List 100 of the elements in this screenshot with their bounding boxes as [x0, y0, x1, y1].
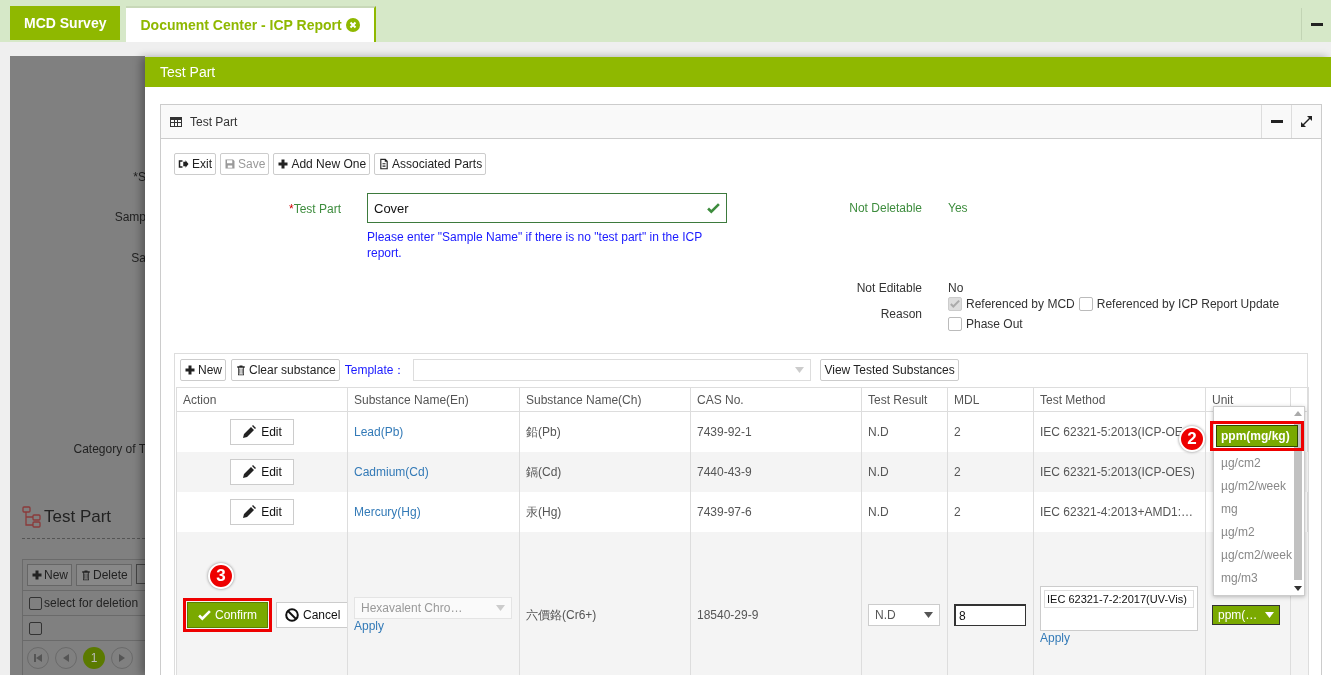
column-header: select for deletion: [44, 596, 139, 610]
check-icon: [950, 299, 960, 309]
pencil-icon: [242, 425, 257, 439]
check-icon: [198, 608, 211, 622]
form-label: Category of T: [72, 442, 145, 456]
check-icon: [707, 201, 720, 215]
column-header: Test Method: [1033, 387, 1206, 412]
plus-icon: [184, 364, 196, 376]
apply-link[interactable]: Apply: [1040, 630, 1199, 645]
template-dropdown[interactable]: [413, 359, 812, 381]
cancel-button[interactable]: Cancel: [276, 602, 347, 628]
table-cell: 18540-29-9: [690, 532, 862, 675]
column-header: CAS No.: [690, 387, 862, 412]
table-cell: 7440-43-9: [690, 452, 862, 492]
panel-title: Test Part: [190, 114, 238, 129]
trash-icon: [80, 569, 92, 581]
toolbar-button[interactable]: Associated Parts: [374, 153, 487, 175]
unit-option[interactable]: µg/m2/week: [1214, 474, 1292, 497]
view-button[interactable]: View Tested Substances: [820, 359, 959, 381]
table-icon: [170, 116, 182, 127]
scroll-down-icon[interactable]: [1293, 586, 1302, 591]
toolbar-button[interactable]: New: [27, 564, 72, 586]
substance-link[interactable]: Cadmium(Cd): [354, 465, 429, 479]
pencil-icon: [242, 465, 257, 479]
method-field[interactable]: IEC 62321-7-2:2017(UV-Vis): [1040, 585, 1198, 631]
template-label: Template：: [344, 361, 406, 379]
trash-icon: [235, 364, 247, 376]
checkbox[interactable]: [29, 621, 42, 635]
scroll-up-icon[interactable]: [1293, 411, 1302, 416]
edit-button[interactable]: Edit: [230, 419, 294, 445]
edit-button[interactable]: Edit: [230, 459, 294, 485]
minus-icon: [1310, 22, 1323, 26]
substance-link[interactable]: Lead(Pb): [354, 425, 404, 439]
tree-icon: [22, 506, 42, 528]
table-cell: 鎘(Cd): [519, 452, 691, 492]
new-button[interactable]: New: [180, 359, 226, 381]
mdl-field[interactable]: 8: [954, 604, 1026, 626]
tab[interactable]: MCD Survey: [10, 6, 121, 40]
unit-option[interactable]: ppm(mg/kg): [1216, 425, 1298, 447]
toolbar-button[interactable]: Add New One: [273, 153, 371, 175]
pencil-icon: [242, 505, 257, 519]
checkbox-label: Referenced by ICP Report Update: [1096, 297, 1280, 311]
tab[interactable]: Document Center - ICP Report: [126, 6, 376, 42]
field-label: *Test Part: [287, 201, 341, 218]
checkbox-label: Phase Out: [966, 317, 1023, 331]
unit-option[interactable]: mg: [1214, 497, 1292, 520]
info-value: Yes: [948, 200, 969, 215]
apply-link[interactable]: Apply: [354, 619, 513, 633]
right-triangle-icon: [119, 654, 125, 662]
unit-option[interactable]: µg/cm2: [1214, 451, 1292, 474]
save-icon: [224, 158, 236, 170]
caret-icon: [795, 367, 805, 373]
caret-icon: [1265, 612, 1274, 618]
info-label: Not Editable: [855, 280, 922, 295]
info-value: No: [948, 280, 965, 295]
checkbox[interactable]: [948, 317, 962, 331]
form-label: Samp: [113, 210, 145, 224]
left-triangle-icon: [63, 654, 69, 662]
result-dropdown[interactable]: N.D: [868, 604, 940, 626]
unit-option[interactable]: µg/m2: [1214, 520, 1292, 543]
test-part-field[interactable]: Cover: [367, 193, 727, 223]
plus-icon: [31, 569, 43, 581]
unit-option[interactable]: µg/cm2/week: [1214, 543, 1292, 566]
column-header: Test Result: [861, 387, 948, 412]
checkbox[interactable]: [1078, 297, 1093, 311]
first-page-icon: [34, 654, 42, 662]
table-cell: N.D: [861, 452, 948, 492]
column-header: MDL: [947, 387, 1034, 412]
caret-icon: [924, 612, 933, 618]
step-badge: 3: [208, 563, 234, 589]
column-header: Substance Name(Ch): [519, 387, 691, 412]
table-cell: 2: [947, 452, 1034, 492]
unit-dropdown[interactable]: ppm(…: [1212, 605, 1280, 625]
close-icon[interactable]: [345, 18, 360, 32]
table-cell: IEC 62321-5:2013(ICP-OES): [1033, 452, 1206, 492]
scrollbar-thumb[interactable]: [1293, 422, 1302, 580]
substance-link[interactable]: Mercury(Hg): [354, 505, 421, 519]
checkbox[interactable]: [29, 596, 42, 610]
edit-button[interactable]: Edit: [230, 499, 294, 525]
section-title: Test Part: [44, 507, 112, 527]
caret-icon: [496, 605, 505, 611]
toolbar-button[interactable]: Exit: [174, 153, 216, 175]
page-button[interactable]: 1: [83, 647, 105, 669]
plus-icon: [277, 158, 290, 170]
dialog-title: Test Part: [145, 57, 1331, 87]
clear-button[interactable]: Clear substance: [231, 359, 340, 381]
unit-option[interactable]: mg/m3: [1214, 566, 1292, 589]
hint-text: Please enter "Sample Name" if there is no "test part" in the ICP report.: [367, 229, 703, 261]
doc-icon: [378, 158, 391, 170]
column-header: Substance Name(En): [347, 387, 520, 412]
table-cell: 六價鉻(Cr6+): [519, 532, 691, 675]
checkbox-label: Referenced by MCD: [966, 297, 1075, 311]
ban-icon: [285, 608, 299, 622]
info-label: Reason: [879, 306, 922, 323]
confirm-button[interactable]: Confirm: [187, 602, 268, 628]
minus-icon: [1270, 120, 1283, 123]
toolbar-button[interactable]: Delete: [76, 564, 132, 586]
column-header: Action: [176, 387, 348, 412]
info-label: Not Deletable: [848, 200, 922, 215]
exit-icon: [178, 158, 190, 170]
